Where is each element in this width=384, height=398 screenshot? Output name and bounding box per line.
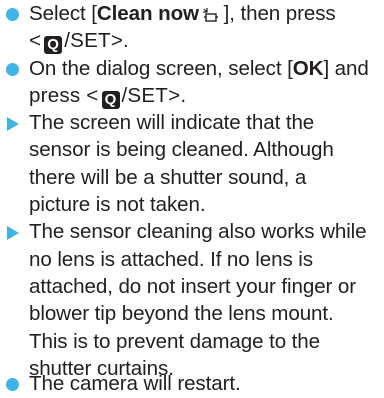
step-line: blower tip beyond the lens mount. (29, 302, 334, 326)
step-line: On the dialog screen, select [OK] and (29, 55, 369, 82)
manual-page: Select [Clean now ], then press < Q/SET>.… (0, 0, 384, 398)
text-fragment: ], then press (217, 2, 336, 25)
text-fragment: >. (110, 29, 129, 53)
step-text: On the dialog screen, select [OK] and pr… (29, 55, 369, 110)
step-line: no lens is attached. If no lens is (29, 247, 313, 271)
circle-bullet-icon (6, 62, 19, 76)
step-line: The sensor cleaning also works while (29, 220, 367, 244)
text-fragment: On the dialog screen, select [ (29, 56, 293, 80)
step-text: The screen will indicate that the sensor… (29, 109, 334, 218)
step-text: The camera will restart. (29, 370, 241, 397)
step-line: < Q/SET>. (29, 27, 336, 55)
text-fragment: Select [ (29, 2, 97, 25)
menu-item-clean-now: Clean now (96, 2, 199, 25)
step-line: Select [Clean now ], then press (29, 0, 336, 27)
text-fragment: >. (168, 83, 187, 107)
circle-bullet-icon (6, 378, 19, 391)
quick-control-button-icon: Q (101, 90, 120, 109)
step-line: sensor is being cleaned. Although (29, 138, 334, 162)
set-button-label: /SET (64, 29, 111, 53)
step-text: Select [Clean now ], then press < Q/SET>. (29, 0, 336, 55)
set-button-label: /SET (121, 83, 169, 107)
dialog-option-ok: OK (292, 56, 324, 80)
triangle-arrow-icon (7, 117, 19, 132)
step-line: there will be a shutter sound, a (29, 165, 307, 189)
text-fragment: < (86, 83, 99, 107)
text-fragment: < (29, 29, 42, 53)
step-line: attached, do not insert your finger or (29, 274, 357, 298)
step-text: The sensor cleaning also works while no … (29, 218, 367, 382)
circle-bullet-icon (6, 8, 19, 21)
sensor-cleaning-icon (202, 8, 218, 22)
text-fragment: ] and (323, 56, 369, 80)
step-line: picture is not taken. (29, 193, 206, 217)
quick-control-button-icon: Q (44, 36, 63, 55)
step-line: The camera will restart. (29, 372, 241, 395)
step-line: The screen will indicate that the (29, 111, 315, 135)
triangle-arrow-icon (7, 226, 19, 241)
text-fragment: press (29, 83, 87, 107)
step-line: press < Q/SET>. (29, 82, 369, 109)
step-line: This is to prevent damage to the (29, 329, 320, 353)
